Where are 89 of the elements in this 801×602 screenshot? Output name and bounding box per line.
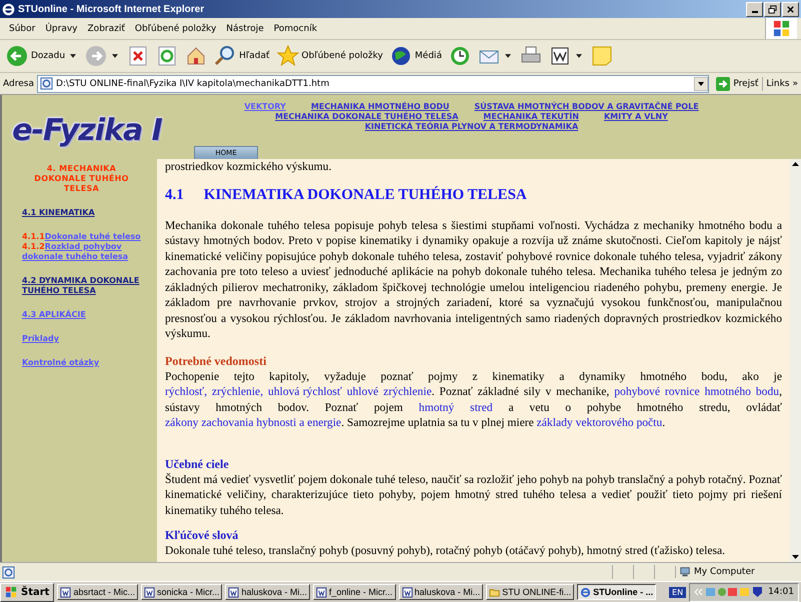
house-icon xyxy=(185,45,208,67)
windows-logo-icon xyxy=(5,586,18,598)
document-icon xyxy=(60,586,72,598)
search-icon xyxy=(214,45,236,67)
favorites-button[interactable]: Obľúbené položky xyxy=(274,43,385,69)
nav-link[interactable]: KINETICKÁ TEÓRIA PLYNOV A TERMODYNAMIKA xyxy=(364,122,578,131)
caret-icon[interactable] xyxy=(504,54,511,58)
nav-link[interactable]: KMITY A VLNY xyxy=(604,112,668,121)
taskbar-button[interactable]: haluskova - Mi... xyxy=(225,584,310,600)
section-heading: KINEMATIKA DOKONALE TUHÉHO TELESA xyxy=(204,185,527,204)
browser-icon xyxy=(580,586,592,598)
taskbar-button[interactable]: absrtact - Mic... xyxy=(57,584,138,600)
menu-item[interactable]: Pomocník xyxy=(268,22,322,36)
menu-item[interactable]: Úpravy xyxy=(40,22,83,36)
text-link[interactable]: rýchlosť uhlové zrýchlenie xyxy=(302,385,432,398)
section-number: 4.1 xyxy=(165,186,184,204)
star-icon xyxy=(276,45,299,67)
restore-icon xyxy=(768,4,777,14)
site-logo[interactable]: e-Fyzika I xyxy=(12,112,162,148)
document-icon xyxy=(548,45,571,67)
caret-icon[interactable] xyxy=(70,54,76,58)
back-button[interactable]: Dozadu xyxy=(4,43,68,69)
arrow-icon xyxy=(716,76,730,90)
text-link[interactable]: hmotný stred xyxy=(418,400,493,414)
page-icon xyxy=(40,77,53,90)
document-icon xyxy=(316,586,328,598)
chapter-heading: 4. MECHANIKA DOKONALE TUHÉHO TELESA xyxy=(33,164,130,194)
computer-icon xyxy=(679,566,691,578)
taskbar-button[interactable]: STUonline - ... xyxy=(577,584,656,600)
address-label: Adresa xyxy=(3,78,34,88)
folder-icon xyxy=(489,586,500,598)
document-icon xyxy=(144,586,155,598)
menu-item[interactable]: Zobraziť xyxy=(82,22,130,36)
close-button[interactable] xyxy=(782,2,799,16)
start-button[interactable]: Štart xyxy=(0,582,54,602)
minimize-icon xyxy=(752,10,758,12)
nav-link[interactable]: MECHANIKA HMOTNÉHO BODU xyxy=(310,102,450,111)
media-button[interactable]: Médiá xyxy=(388,43,444,69)
minimize-button[interactable] xyxy=(746,2,763,16)
menu-item[interactable]: Nástroje xyxy=(221,22,269,36)
taskbar-button[interactable]: haluskova - Mi... xyxy=(398,584,484,600)
sidebar-link[interactable]: 4.1 KINEMATIKA xyxy=(22,208,141,218)
nav-link[interactable]: MECHANIKA TEKUTÍN xyxy=(483,112,579,121)
tray-icons-drawing[interactable] xyxy=(694,586,764,598)
document-icon xyxy=(228,586,240,598)
taskbar-button[interactable]: f_online - Micr... xyxy=(313,584,396,600)
clock: 14:01 xyxy=(768,587,794,597)
paragraph: Mechanika dokonale tuhého telesa popisuje pohyb telesa s šiestimi stupňami voľnosti. Vychádza z mechaniky hmotného bodu a sústavy hmotných bodov. Preto v popise kinematiky i dynamiky opakuje a rozvíja už známe skutočnosti. Cieľom kapitoly je nájsť kinematické veličiny popisujúce pohyb dokonale tuhého telesa, zostaviť pohybové rovnice dokonale tuhého telesa, vyjadriť zákony zachovania pre toto teleso a uviesť jednoduché aplikácie na pohyb dokonale tuhého telesa. Mechanika tuhého telesa je jedným zo základných pilierov mechatroniky, základom špičkovej technológie umelou inteligenciou riadeného pohybu, premeny energie. Je základom pre navrhovanie prvkov, strojov a strojných zariadení, ktoré sa vyznačujú vysokou funkčnosťou, manipulačnou presnosťou a vysokou rýchlosťou. Je základom navrhovania inteligentných samo riadených dopravných prostriedkov kozmického výskumu. xyxy=(165,218,782,342)
close-icon xyxy=(786,4,795,14)
menu-item[interactable]: Súbor xyxy=(4,22,40,36)
text-link[interactable]: základy vektorového počtu xyxy=(536,416,662,429)
caret-icon[interactable] xyxy=(576,54,582,58)
text-link[interactable]: rýchlosť, zrýchlenie, uhlová xyxy=(165,385,300,398)
paragraph: Dokonale tuhé teleso, translačný pohyb (posuvný pohyb), rotačný pohyb (otáčavý pohyb), hmotný stred (ťažisko) telesa. xyxy=(165,543,726,558)
document-icon xyxy=(402,586,413,598)
restore-button[interactable] xyxy=(764,2,781,16)
links-button[interactable]: Links xyxy=(766,78,790,88)
nav-link[interactable]: MECHANIKA DOKONALE TUHÉHO TELESA xyxy=(275,112,458,121)
subsection-heading: Kľúčové slová xyxy=(165,528,240,543)
refresh-icon xyxy=(156,45,178,67)
browser-icon xyxy=(2,2,15,16)
taskbar-button[interactable]: sonicka - Micr... xyxy=(140,584,222,600)
clock-icon xyxy=(448,45,471,67)
text-link[interactable]: pohybové rovnice hmotného bodu xyxy=(614,385,780,398)
nav-link[interactable]: SÚSTAVA HMOTNÝCH BODOV A GRAVITAČNÉ POLE xyxy=(474,102,699,111)
search-button[interactable]: Hľadať xyxy=(212,43,272,69)
window-title: STUonline - Microsoft Internet Explorer xyxy=(18,4,204,14)
language-indicator[interactable]: EN xyxy=(669,586,686,598)
sidebar-link[interactable]: 4.2 DYNAMIKA DOKONALE TUHÉHO TELESA xyxy=(22,276,141,296)
caret-icon[interactable] xyxy=(112,54,118,58)
more-chevron[interactable]: » xyxy=(792,78,798,88)
zone-indicator: My Computer xyxy=(675,566,799,578)
subsection-heading: Učebné ciele xyxy=(165,456,230,472)
menu-item[interactable]: Obľúbené položky xyxy=(130,22,222,36)
text-link[interactable]: zákony zachovania hybnosti a energie xyxy=(165,416,342,429)
taskbar-button[interactable]: STU ONLINE-fi... xyxy=(486,584,574,600)
globe-icon xyxy=(390,45,412,67)
paragraph: Pochopenie tejto kapitoly, vyžaduje poznať pojmy z kinematiky a dynamiky hmotného bodu, ako je rýchlosť, zrýchlenie, uhlová rýchlosť uhlové zrýchlenie. Poznať základné sily v mechanike, pohybové rovnice hmotného bodu, sústavy hmotných bodov. Poznať pojem hmotný stred a vetu o pohybe hmotného stredu, ovládať zákony zachovania hybnosti a energie. Samozrejme uplatnia sa tu v plnej miere základy vektorového počtu. xyxy=(165,368,782,430)
paragraph: Študent má vedieť vysvetliť pojem dokonale tuhé teleso, naučiť sa rozložiť jeho pohyb na pohyb translačný a pohyb rotačný. Poznať kinematické veličiny, charakterizujúce tieto pohyby, pojem hmotný stred tuhého telesa a vedieť použiť tieto pojmy pri riešení kinematiky tuhého telesa. xyxy=(165,472,782,518)
paragraph: prostriedkov kozmického výskumu. xyxy=(165,159,332,174)
note-icon xyxy=(590,45,613,67)
go-button[interactable]: Prejsť xyxy=(712,76,764,90)
dropdown-button[interactable] xyxy=(694,76,708,90)
windows-logo-icon xyxy=(765,18,797,39)
subsection-heading: Potrebné vedomosti xyxy=(165,354,268,368)
scrollbar[interactable] xyxy=(790,159,801,562)
stop-icon xyxy=(127,45,150,67)
address-field[interactable]: D:\STU ONLINE-final\Fyzika I\IV kapitola\mechanikaDTT1.htm xyxy=(36,74,710,92)
page-icon xyxy=(2,566,15,578)
